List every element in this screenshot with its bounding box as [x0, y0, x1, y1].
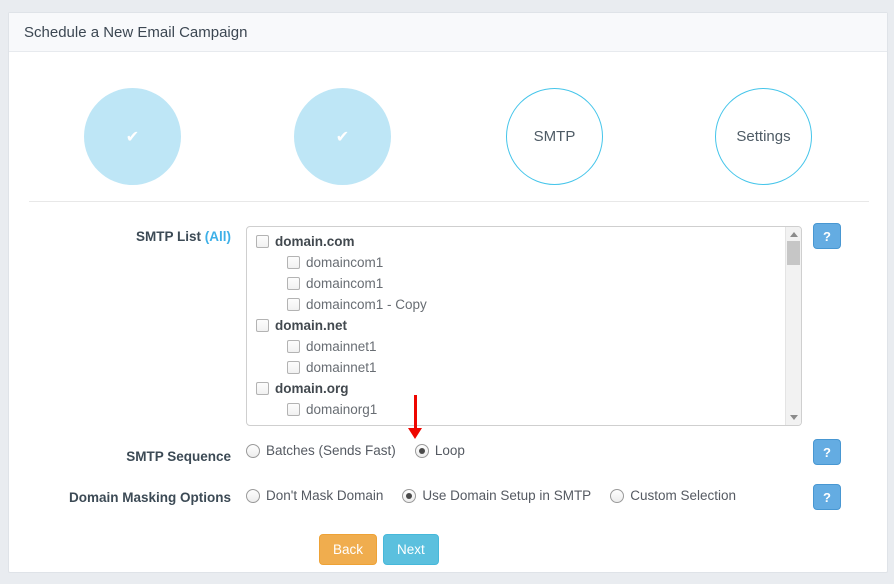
domain-masking-options: Don't Mask Domain Use Domain Setup in SM… — [246, 488, 736, 503]
radio-batches[interactable]: Batches (Sends Fast) — [246, 443, 396, 458]
smtp-list-box: domain.com domaincom1 domaincom1 domainc… — [246, 226, 802, 426]
list-item[interactable]: domain.net — [247, 315, 785, 336]
radio-icon[interactable] — [246, 489, 260, 503]
page-title: Schedule a New Email Campaign — [24, 24, 247, 41]
scroll-up-icon[interactable] — [786, 227, 802, 242]
scroll-down-icon[interactable] — [786, 410, 802, 425]
checkbox[interactable] — [287, 277, 300, 290]
checkbox[interactable] — [287, 403, 300, 416]
radio-loop[interactable]: Loop — [415, 443, 465, 458]
step-circle-1-complete[interactable]: ✔ — [84, 88, 181, 185]
wizard-nav-buttons: Back Next — [319, 534, 439, 565]
smtp-sequence-options: Batches (Sends Fast) Loop — [246, 443, 465, 458]
radio-icon[interactable] — [610, 489, 624, 503]
checkbox[interactable] — [287, 298, 300, 311]
scrollbar-thumb[interactable] — [787, 241, 800, 265]
smtp-sequence-label: SMTP Sequence — [9, 449, 231, 464]
smtp-list-items: domain.com domaincom1 domaincom1 domainc… — [247, 231, 785, 420]
question-icon: ? — [823, 490, 831, 505]
step-circle-smtp[interactable]: SMTP — [506, 88, 603, 185]
radio-custom-selection[interactable]: Custom Selection — [610, 488, 736, 503]
panel-header: Schedule a New Email Campaign — [9, 13, 887, 52]
select-all-link[interactable]: (All) — [205, 229, 231, 244]
list-item[interactable]: domaincom1 — [247, 273, 785, 294]
radio-selected-icon[interactable] — [402, 489, 416, 503]
checkbox[interactable] — [287, 340, 300, 353]
list-item[interactable]: domaincom1 — [247, 252, 785, 273]
domain-masking-label: Domain Masking Options — [9, 490, 231, 505]
radio-selected-icon[interactable] — [415, 444, 429, 458]
list-item[interactable]: domainorg1 — [247, 399, 785, 420]
list-item[interactable]: domainnet1 — [247, 357, 785, 378]
checkbox[interactable] — [256, 382, 269, 395]
checkbox[interactable] — [287, 256, 300, 269]
checkbox[interactable] — [287, 361, 300, 374]
check-icon: ✔ — [336, 127, 349, 147]
help-button-smtp-sequence[interactable]: ? — [813, 439, 841, 465]
step-circle-settings[interactable]: Settings — [715, 88, 812, 185]
checkbox[interactable] — [256, 235, 269, 248]
checkbox[interactable] — [256, 319, 269, 332]
radio-icon[interactable] — [246, 444, 260, 458]
back-button[interactable]: Back — [319, 534, 377, 565]
question-icon: ? — [823, 445, 831, 460]
smtp-list-label: SMTP List (All) — [9, 229, 231, 244]
step-label: SMTP — [534, 128, 576, 145]
question-icon: ? — [823, 229, 831, 244]
scrollbar[interactable] — [785, 227, 801, 425]
help-button-smtp-list[interactable]: ? — [813, 223, 841, 249]
radio-dont-mask[interactable]: Don't Mask Domain — [246, 488, 383, 503]
list-item[interactable]: domaincom1 - Copy — [247, 294, 785, 315]
radio-use-domain-setup[interactable]: Use Domain Setup in SMTP — [402, 488, 591, 503]
check-icon: ✔ — [126, 127, 139, 147]
list-item[interactable]: domain.com — [247, 231, 785, 252]
arrow-head — [408, 428, 422, 439]
campaign-wizard-panel: Schedule a New Email Campaign ✔ ✔ SMTP S… — [8, 12, 888, 573]
list-item[interactable]: domainnet1 — [247, 336, 785, 357]
next-button[interactable]: Next — [383, 534, 439, 565]
step-circle-2-complete[interactable]: ✔ — [294, 88, 391, 185]
help-button-domain-masking[interactable]: ? — [813, 484, 841, 510]
step-label: Settings — [736, 128, 790, 145]
section-divider — [29, 201, 869, 202]
list-item[interactable]: domain.org — [247, 378, 785, 399]
